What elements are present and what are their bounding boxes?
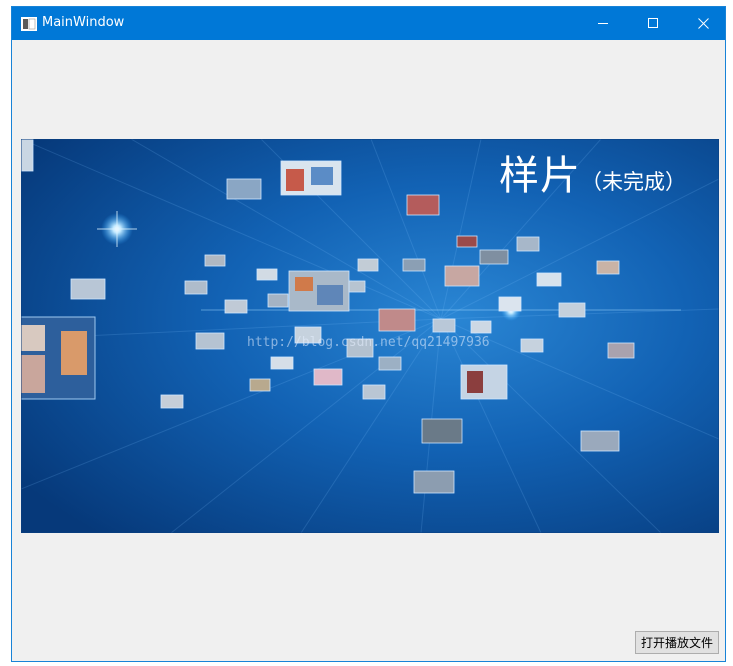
video-heading: 样片（未完成）	[499, 143, 686, 201]
watermark-text: http://blog.csdn.net/qq21497936	[247, 335, 490, 350]
window-title: MainWindow	[42, 15, 125, 30]
title-bar[interactable]: MainWindow	[12, 7, 725, 40]
open-play-file-button[interactable]: 打开播放文件	[635, 631, 719, 654]
main-window: MainWindow 样片（未完成） http://blog.csdn.net/…	[11, 6, 726, 662]
video-display: 样片（未完成） http://blog.csdn.net/qq21497936	[21, 139, 719, 533]
app-window-icon	[21, 16, 37, 31]
heading-sub: （未完成）	[581, 170, 686, 194]
close-icon	[698, 18, 709, 29]
heading-main: 样片	[499, 153, 581, 199]
minimize-button[interactable]	[580, 7, 626, 40]
maximize-icon	[648, 18, 658, 28]
minimize-icon	[598, 23, 608, 24]
close-button[interactable]	[680, 7, 725, 40]
maximize-button[interactable]	[630, 7, 676, 40]
